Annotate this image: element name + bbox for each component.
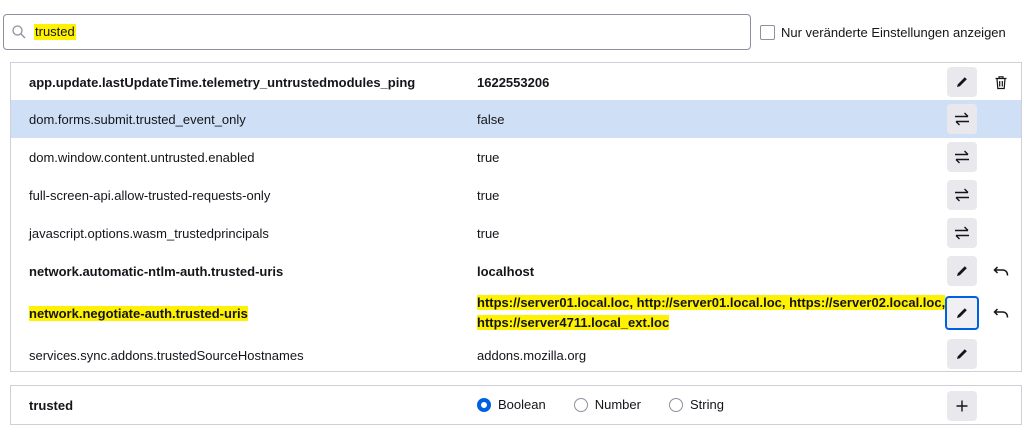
pref-name: network.negotiate-auth.trusted-uris bbox=[29, 306, 248, 321]
edit-icon bbox=[957, 308, 967, 318]
table-row: dom.window.content.untrusted.enabled tru… bbox=[11, 138, 1021, 176]
pref-name: dom.window.content.untrusted.enabled bbox=[29, 150, 255, 165]
edit-button[interactable] bbox=[945, 296, 979, 330]
type-boolean-label: Boolean bbox=[498, 397, 546, 412]
pref-name: app.update.lastUpdateTime.telemetry_untr… bbox=[29, 75, 416, 90]
edit-button[interactable] bbox=[947, 67, 977, 97]
toggle-icon bbox=[955, 188, 969, 202]
add-pref-row: trusted Boolean Number String bbox=[10, 385, 1022, 425]
type-number-radio[interactable] bbox=[573, 397, 588, 412]
toggle-icon bbox=[955, 112, 969, 126]
toggle-button[interactable] bbox=[947, 218, 977, 248]
type-string-label: String bbox=[689, 397, 724, 412]
table-row: network.negotiate-auth.trusted-uris http… bbox=[11, 290, 1021, 336]
edit-icon bbox=[957, 266, 967, 276]
reset-button[interactable] bbox=[989, 259, 1013, 283]
search-value: trusted bbox=[34, 24, 76, 40]
edit-button[interactable] bbox=[947, 256, 977, 286]
pref-name: javascript.options.wasm_trustedprincipal… bbox=[29, 226, 269, 241]
plus-icon bbox=[956, 400, 968, 412]
search-input[interactable]: trusted bbox=[3, 14, 751, 50]
edit-button[interactable] bbox=[947, 339, 977, 369]
edit-icon bbox=[957, 349, 967, 359]
pref-type-radio-group: Boolean Number String bbox=[477, 397, 752, 412]
new-pref-name: trusted bbox=[29, 398, 74, 413]
pref-value: addons.mozilla.org bbox=[477, 348, 587, 363]
show-modified-checkbox[interactable] bbox=[760, 24, 775, 40]
toggle-button[interactable] bbox=[947, 142, 977, 172]
type-number-option[interactable]: Number bbox=[573, 397, 641, 412]
pref-value: localhost bbox=[477, 264, 535, 279]
pref-name: network.automatic-ntlm-auth.trusted-uris bbox=[29, 264, 284, 279]
edit-icon bbox=[957, 77, 967, 87]
search-icon bbox=[12, 25, 26, 39]
toggle-button[interactable] bbox=[947, 104, 977, 134]
type-string-option[interactable]: String bbox=[668, 397, 724, 412]
table-row: javascript.options.wasm_trustedprincipal… bbox=[11, 214, 1021, 252]
pref-value: true bbox=[477, 150, 500, 165]
delete-button[interactable] bbox=[989, 70, 1013, 94]
toggle-icon bbox=[955, 226, 969, 240]
table-row: app.update.lastUpdateTime.telemetry_untr… bbox=[11, 63, 1021, 100]
pref-name: services.sync.addons.trustedSourceHostna… bbox=[29, 348, 304, 363]
table-row: services.sync.addons.trustedSourceHostna… bbox=[11, 336, 1021, 371]
table-row: full-screen-api.allow-trusted-requests-o… bbox=[11, 176, 1021, 214]
pref-value: 1622553206 bbox=[477, 75, 550, 90]
type-boolean-radio[interactable] bbox=[477, 397, 491, 412]
table-row: network.automatic-ntlm-auth.trusted-uris… bbox=[11, 252, 1021, 290]
toggle-button[interactable] bbox=[947, 180, 977, 210]
reset-icon bbox=[993, 266, 1009, 276]
show-modified-label: Nur veränderte Einstellungen anzeigen bbox=[781, 24, 1006, 40]
table-row: dom.forms.submit.trusted_event_only fals… bbox=[11, 100, 1021, 138]
pref-value: true bbox=[477, 226, 500, 241]
pref-value-text: https://server01.local.loc, http://serve… bbox=[477, 295, 946, 330]
show-modified-toggle[interactable]: Nur veränderte Einstellungen anzeigen bbox=[760, 23, 1006, 41]
reset-button[interactable] bbox=[989, 301, 1013, 325]
type-number-label: Number bbox=[594, 397, 641, 412]
pref-value: false bbox=[477, 112, 505, 127]
toggle-icon bbox=[955, 150, 969, 164]
reset-icon bbox=[993, 308, 1009, 318]
type-string-radio[interactable] bbox=[668, 397, 683, 412]
pref-name: full-screen-api.allow-trusted-requests-o… bbox=[29, 188, 271, 203]
delete-icon bbox=[995, 75, 1007, 89]
pref-value: true bbox=[477, 188, 500, 203]
prefs-table: app.update.lastUpdateTime.telemetry_untr… bbox=[10, 62, 1022, 372]
type-boolean-option[interactable]: Boolean bbox=[477, 397, 546, 412]
pref-name: dom.forms.submit.trusted_event_only bbox=[29, 112, 246, 127]
pref-value: https://server01.local.loc, http://serve… bbox=[477, 293, 947, 333]
add-pref-button[interactable] bbox=[947, 391, 977, 421]
